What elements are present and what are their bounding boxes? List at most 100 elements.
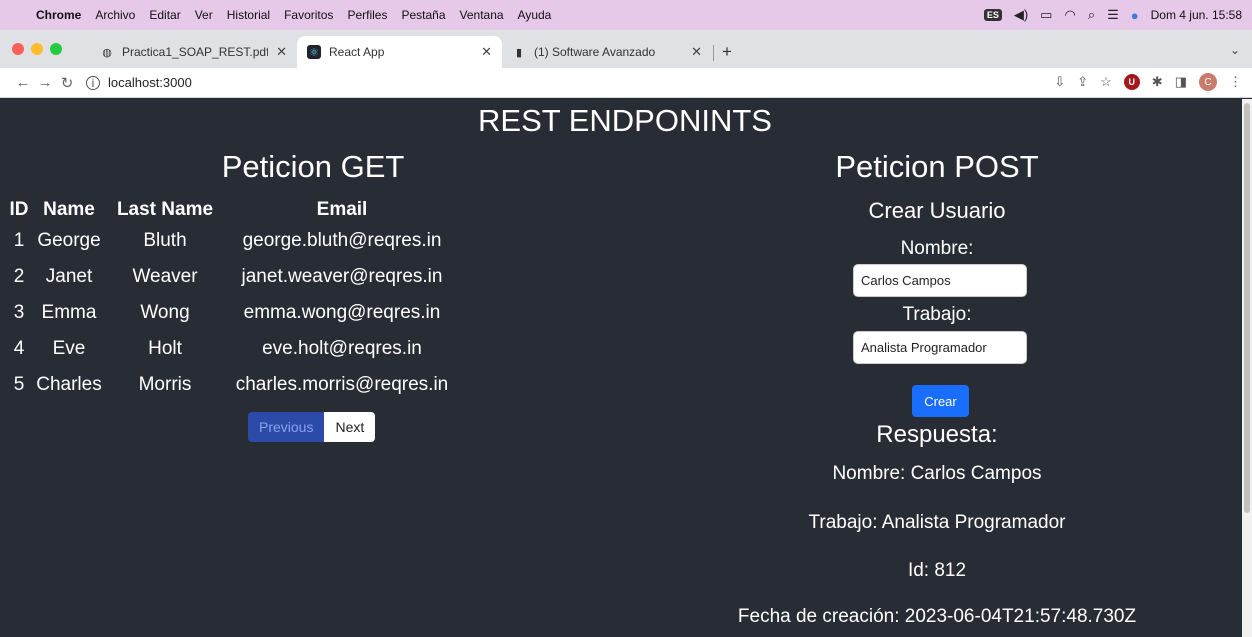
create-user-heading: Crear Usuario [868,198,1006,223]
table-row: 2 Janet Weaver janet.weaver@reqres.in [8,259,462,295]
tab-software-avanzado[interactable]: ▮ (1) Software Avanzado ✕ [502,36,712,68]
cell-email: emma.wong@reqres.in [243,302,441,323]
extensions-puzzle-icon[interactable]: ✱ [1152,74,1163,90]
menu-perfiles[interactable]: Perfiles [347,8,387,22]
menu-favoritos[interactable]: Favoritos [284,8,333,22]
page-scrollbar[interactable] [1242,99,1252,637]
table-row: 3 Emma Wong emma.wong@reqres.in [8,295,462,331]
tab-react-app[interactable]: ⚛ React App ✕ [297,36,502,68]
table-row: 4 Eve Holt eve.holt@reqres.in [8,331,462,367]
close-tab-icon[interactable]: ✕ [481,44,492,60]
battery-icon[interactable]: ▭ [1040,7,1052,23]
tab-title: Practica1_SOAP_REST.pdf [122,45,269,59]
cell-name: Charles [36,374,102,395]
clock[interactable]: Dom 4 jun. 15:58 [1151,8,1242,22]
cell-email: eve.holt@reqres.in [262,338,422,359]
volume-icon[interactable]: ◀︎) [1014,7,1028,23]
header-email: Email [316,199,368,220]
site-info-icon[interactable]: i [86,75,100,90]
nombre-input[interactable]: Carlos Campos [853,264,1027,297]
bookmark-star-icon[interactable]: ☆ [1100,74,1112,90]
cell-name: Emma [41,302,97,323]
trabajo-input[interactable]: Analista Programador [853,331,1027,364]
cell-last-name: Bluth [143,230,187,251]
minimize-window-button[interactable] [31,43,43,55]
url-text[interactable]: localhost:3000 [108,75,192,90]
pagination: Previous Next [248,412,376,442]
zoom-window-button[interactable] [50,43,62,55]
new-tab-button[interactable]: + [722,42,732,62]
menu-archivo[interactable]: Archivo [95,8,135,22]
response-fecha: Fecha de creación: 2023-06-04T21:57:48.7… [737,606,1137,627]
spotlight-search-icon[interactable]: ⌕ [1088,7,1095,23]
macos-menu-bar: Chrome Archivo Editar Ver Historial Favo… [0,0,1252,30]
cell-last-name: Wong [140,302,190,323]
scrollbar-thumb[interactable] [1244,103,1250,513]
header-last-name: Last Name [116,199,214,220]
response-id: Id: 812 [907,560,967,581]
close-tab-icon[interactable]: ✕ [276,44,287,60]
wifi-icon[interactable]: ◠ [1064,7,1075,23]
phone-icon: ▮ [515,46,523,59]
users-table: ID Name Last Name Email 1 George Bluth g… [8,195,462,403]
tab-pdf[interactable]: ◍ Practica1_SOAP_REST.pdf ✕ [90,36,297,68]
chrome-menu-icon[interactable]: ⋮ [1229,74,1242,90]
siri-icon[interactable]: ● [1131,8,1139,23]
install-app-icon[interactable]: ⇩ [1054,74,1065,90]
response-trabajo: Trabajo: Analista Programador [808,512,1066,533]
reload-icon[interactable]: ↻ [56,74,78,92]
get-section-title: Peticion GET [221,149,405,184]
ublock-extension-icon[interactable]: U [1123,74,1140,90]
cell-id: 2 [13,266,25,287]
post-section-title: Peticion POST [835,149,1039,184]
menu-ayuda[interactable]: Ayuda [518,8,552,22]
crear-button[interactable]: Crear [912,385,969,417]
input-source-badge[interactable]: ES [983,9,1002,21]
side-panel-icon[interactable]: ◨ [1175,74,1187,90]
menu-chrome[interactable]: Chrome [36,8,81,22]
nombre-label: Nombre: [900,238,974,259]
cell-id: 4 [13,338,25,359]
menu-pestana[interactable]: Pestaña [401,8,445,22]
previous-button[interactable]: Previous [248,412,325,442]
back-arrow-icon[interactable]: ← [12,74,34,91]
menu-ver[interactable]: Ver [195,8,213,22]
address-bar[interactable]: i localhost:3000 [86,71,1086,95]
header-name: Name [43,199,95,220]
cell-name: Eve [52,338,86,359]
tab-strip: ◍ Practica1_SOAP_REST.pdf ✕ ⚛ React App … [0,30,1252,68]
response-nombre: Nombre: Carlos Campos [832,463,1042,484]
cell-id: 5 [13,374,25,395]
cell-last-name: Holt [148,338,182,359]
forward-arrow-icon[interactable]: → [34,74,56,91]
cell-email: george.bluth@reqres.in [242,230,442,251]
menu-ventana[interactable]: Ventana [460,8,504,22]
menu-historial[interactable]: Historial [227,8,270,22]
table-row: 5 Charles Morris charles.morris@reqres.i… [8,367,462,403]
window-controls [12,43,62,55]
close-window-button[interactable] [12,43,24,55]
close-tab-icon[interactable]: ✕ [691,44,702,60]
browser-toolbar: ← → ↻ i localhost:3000 ⇩ ⇪ ☆ U ✱ ◨ C ⋮ [0,68,1252,98]
cell-name: Janet [45,266,93,287]
control-center-icon[interactable]: ☰ [1107,7,1119,23]
tab-title: React App [329,45,385,59]
page-title: REST ENDPONINTS [478,103,772,138]
profile-avatar[interactable]: C [1199,73,1217,91]
cell-last-name: Weaver [132,266,198,287]
react-icon: ⚛ [307,45,321,59]
cell-last-name: Morris [138,374,192,395]
tab-search-chevron-icon[interactable]: ⌄ [1230,43,1240,57]
page-content: REST ENDPONINTS Peticion GET Peticion PO… [8,99,1242,637]
next-button[interactable]: Next [324,412,376,442]
response-heading: Respuesta: [876,421,998,448]
cell-name: George [37,230,101,251]
tab-separator [713,45,714,61]
share-icon[interactable]: ⇪ [1077,74,1088,90]
menu-editar[interactable]: Editar [149,8,180,22]
cell-email: janet.weaver@reqres.in [241,266,443,287]
table-row: 1 George Bluth george.bluth@reqres.in [8,223,462,259]
tab-title: (1) Software Avanzado [534,45,656,59]
header-id: ID [9,199,29,220]
globe-icon: ◍ [102,46,112,59]
